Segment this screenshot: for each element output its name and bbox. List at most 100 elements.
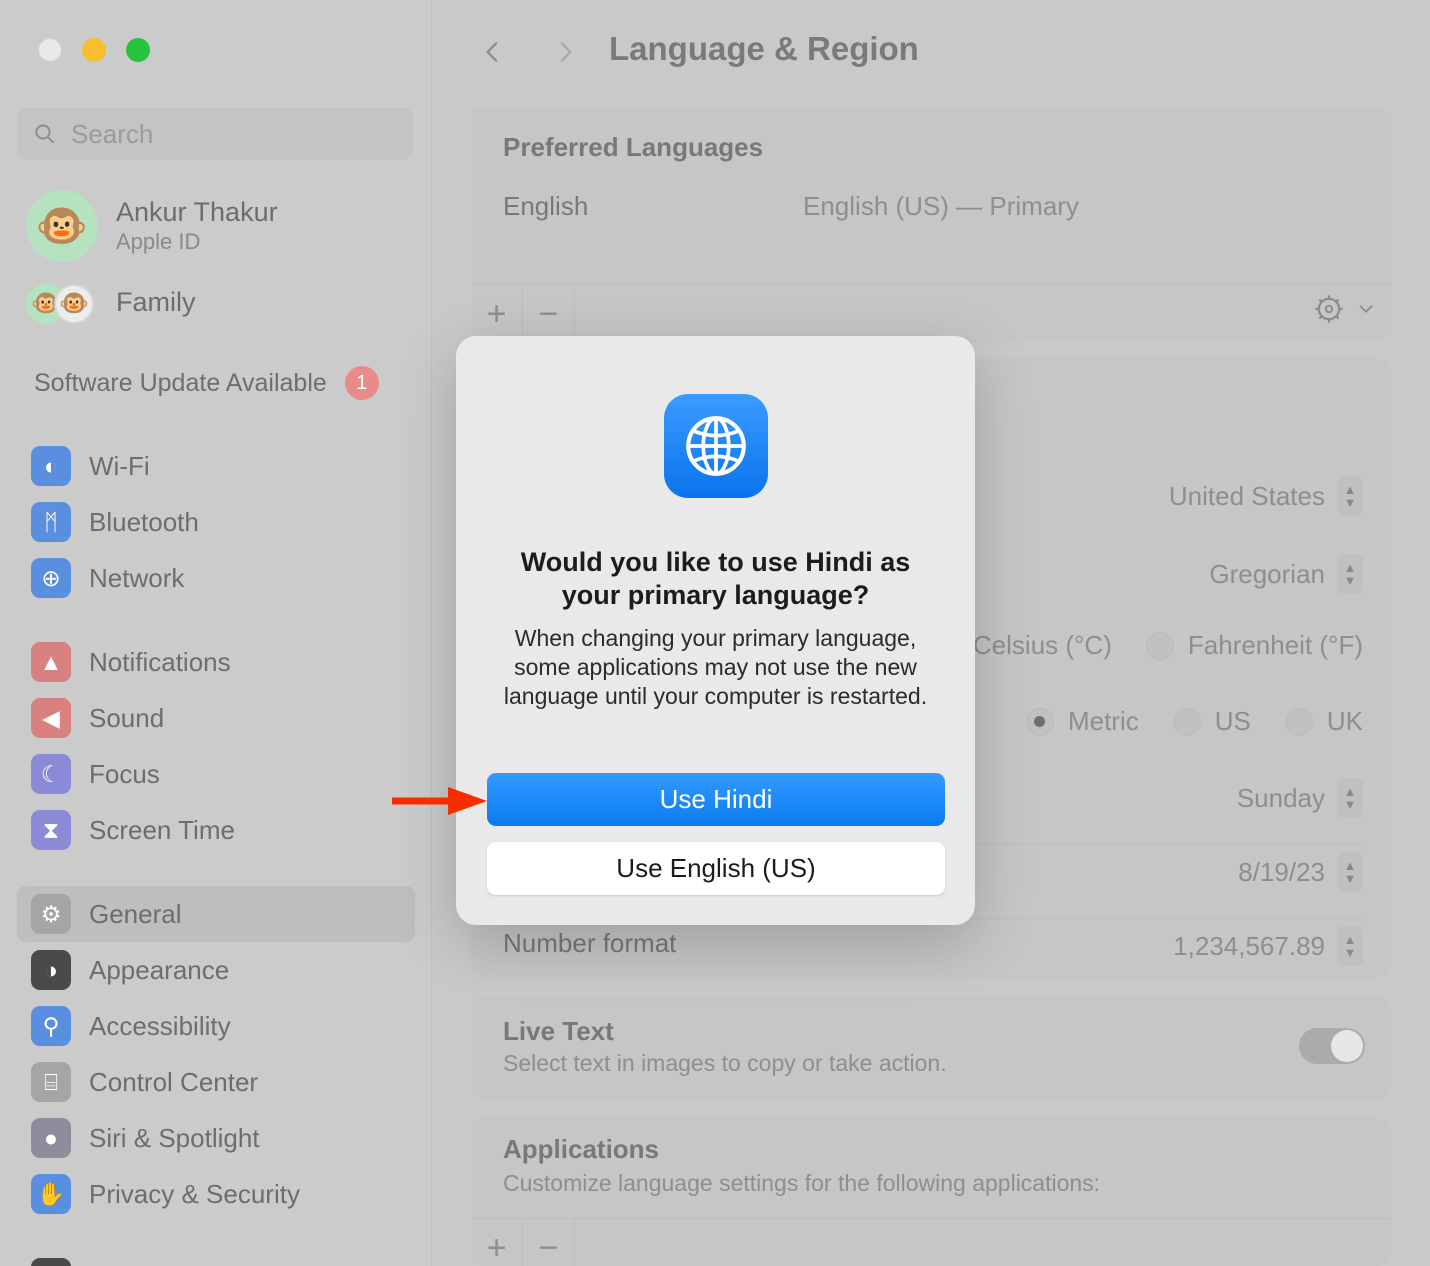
- dialog-title: Would you like to use Hindi as your prim…: [520, 547, 911, 610]
- toolbar: Language & Region: [433, 0, 1430, 104]
- remove-language-button[interactable]: −: [523, 285, 575, 343]
- calendar-select[interactable]: Gregorian ▲ ▼: [1209, 554, 1363, 594]
- live-text-card: Live Text Select text in images to copy …: [471, 996, 1391, 1100]
- control-center-icon: ⌸: [31, 1062, 71, 1102]
- moon-icon: ☾: [31, 754, 71, 794]
- page-title: Language & Region: [609, 30, 919, 67]
- region-select[interactable]: United States ▲ ▼: [1169, 476, 1363, 516]
- sidebar-item-appearance[interactable]: ◑ Appearance: [17, 942, 415, 998]
- chevron-left-icon: [486, 42, 498, 62]
- accessibility-icon: ⚲: [31, 1006, 71, 1046]
- gear-icon: [1315, 295, 1343, 323]
- radio-icon: [1145, 631, 1174, 660]
- sidebar: Search 🐵 Ankur Thakur Apple ID 🐵 🐵 Famil…: [0, 0, 432, 1266]
- language-name: English: [503, 191, 589, 221]
- temperature-option-fahrenheit[interactable]: Fahrenheit (°F): [1145, 630, 1363, 661]
- primary-language-dialog: Would you like to use Hindi as your prim…: [456, 336, 975, 925]
- sidebar-item-privacy-security[interactable]: ✋ Privacy & Security: [17, 1166, 415, 1222]
- preferred-languages-card: Preferred Languages English English (US)…: [471, 106, 1391, 343]
- measurement-radio-group: Metric US UK: [1025, 706, 1363, 737]
- first-day-select[interactable]: Sunday ▲ ▼: [1237, 778, 1363, 818]
- sidebar-item-sound[interactable]: ◀ Sound: [17, 690, 415, 746]
- use-english-button[interactable]: Use English (US): [487, 842, 945, 895]
- measurement-uk-label: UK: [1326, 706, 1363, 736]
- number-format-label: Number format: [503, 928, 677, 958]
- maximize-window-button[interactable]: [126, 38, 150, 62]
- measurement-metric-label: Metric: [1067, 706, 1139, 736]
- sidebar-item-label: Bluetooth: [89, 506, 199, 537]
- search-icon: [35, 124, 55, 144]
- sidebar-item-general[interactable]: ⚙ General: [17, 886, 415, 942]
- minimize-window-button[interactable]: [82, 38, 106, 62]
- languages-footer-bar: + −: [471, 284, 1391, 343]
- sidebar-group-2: ⚙ General ◑ Appearance ⚲ Accessibility ⌸ Contro…: [17, 886, 415, 1222]
- date-format-select[interactable]: 8/19/23 ▲ ▼: [1238, 852, 1363, 892]
- live-text-toggle[interactable]: [1299, 1028, 1365, 1064]
- family-label: Family: [116, 286, 196, 317]
- sidebar-item-desktop-dock[interactable]: ▭ Desktop & Dock: [17, 1250, 415, 1266]
- sidebar-nav: ◐ Wi-Fi ᛗ Bluetooth ⊕ Network ▲ Notifications ◀ S…: [17, 438, 415, 1266]
- sidebar-item-focus[interactable]: ☾ Focus: [17, 746, 415, 802]
- sidebar-item-screen-time[interactable]: ⧗ Screen Time: [17, 802, 415, 858]
- add-application-button[interactable]: +: [471, 1219, 523, 1266]
- languages-options-menu[interactable]: [1313, 293, 1377, 325]
- sidebar-item-network[interactable]: ⊕ Network: [17, 550, 415, 606]
- temperature-celsius-label: Celsius (°C): [972, 630, 1112, 660]
- search-field[interactable]: Search: [17, 108, 413, 160]
- sidebar-item-label: Control Center: [89, 1066, 259, 1097]
- desktop-dock-icon: ▭: [31, 1258, 71, 1266]
- gear-icon: ⚙: [31, 894, 71, 934]
- sidebar-item-wi-fi[interactable]: ◐ Wi-Fi: [17, 438, 415, 494]
- use-hindi-button[interactable]: Use Hindi: [487, 773, 945, 826]
- measurement-option-us[interactable]: US: [1172, 706, 1251, 737]
- sidebar-item-bluetooth[interactable]: ᛗ Bluetooth: [17, 494, 415, 550]
- table-row[interactable]: English English (US) — Primary: [471, 163, 1391, 222]
- sidebar-item-label: Screen Time: [89, 814, 235, 845]
- sidebar-item-accessibility[interactable]: ⚲ Accessibility: [17, 998, 415, 1054]
- applications-header: Applications: [503, 1134, 660, 1164]
- chevron-right-icon: [560, 42, 572, 62]
- dialog-body: When changing your primary language, som…: [503, 625, 928, 709]
- sidebar-item-label: Sound: [89, 702, 165, 733]
- network-globe-icon: ⊕: [31, 558, 71, 598]
- measurement-option-uk[interactable]: UK: [1284, 706, 1363, 737]
- family-avatars: 🐵 🐵: [26, 280, 98, 324]
- speaker-icon: ◀: [31, 698, 71, 738]
- sidebar-item-label: Focus: [89, 758, 160, 789]
- measurement-us-label: US: [1214, 706, 1251, 736]
- temperature-option-celsius[interactable]: Celsius (°C): [973, 630, 1112, 661]
- bluetooth-icon: ᛗ: [31, 502, 71, 542]
- back-button[interactable]: [471, 30, 515, 74]
- number-format-value: 1,234,567.89: [1173, 930, 1325, 961]
- close-window-button[interactable]: [38, 38, 62, 62]
- stepper-icon: ▲ ▼: [1337, 852, 1363, 892]
- account-row[interactable]: 🐵 Ankur Thakur Apple ID: [26, 190, 278, 262]
- sidebar-item-siri-spotlight[interactable]: ● Siri & Spotlight: [17, 1110, 415, 1166]
- calendar-value: Gregorian: [1209, 558, 1325, 589]
- sidebar-item-label: Notifications: [89, 646, 231, 677]
- sidebar-item-control-center[interactable]: ⌸ Control Center: [17, 1054, 415, 1110]
- measurement-option-metric[interactable]: Metric: [1025, 706, 1139, 737]
- first-day-value: Sunday: [1236, 782, 1325, 813]
- add-language-button[interactable]: +: [471, 285, 523, 343]
- sidebar-group-0: ◐ Wi-Fi ᛗ Bluetooth ⊕ Network: [17, 438, 415, 606]
- software-update-badge: 1: [344, 366, 379, 400]
- number-format-select[interactable]: 1,234,567.89 ▲ ▼: [1173, 926, 1363, 966]
- avatar: 🐵: [26, 190, 98, 262]
- software-update-label: Software Update Available: [34, 368, 327, 397]
- sidebar-item-label: Wi-Fi: [89, 450, 150, 481]
- software-update-row[interactable]: Software Update Available 1: [34, 366, 379, 400]
- hourglass-icon: ⧗: [31, 810, 71, 850]
- live-text-title: Live Text: [503, 1016, 614, 1046]
- sidebar-item-label: General: [89, 898, 182, 929]
- family-row[interactable]: 🐵 🐵 Family: [26, 280, 196, 324]
- sidebar-group-1: ▲ Notifications ◀ Sound ☾ Focus ⧗ Screen Time: [17, 634, 415, 858]
- sidebar-item-label: Accessibility: [89, 1010, 231, 1041]
- chevron-down-icon: [1359, 305, 1373, 313]
- forward-button[interactable]: [543, 30, 587, 74]
- stepper-icon: ▲ ▼: [1337, 476, 1363, 516]
- sidebar-item-label: Appearance: [89, 954, 230, 985]
- sidebar-item-notifications[interactable]: ▲ Notifications: [17, 634, 415, 690]
- remove-application-button[interactable]: −: [523, 1219, 575, 1266]
- sidebar-item-label: Privacy & Security: [89, 1178, 300, 1209]
